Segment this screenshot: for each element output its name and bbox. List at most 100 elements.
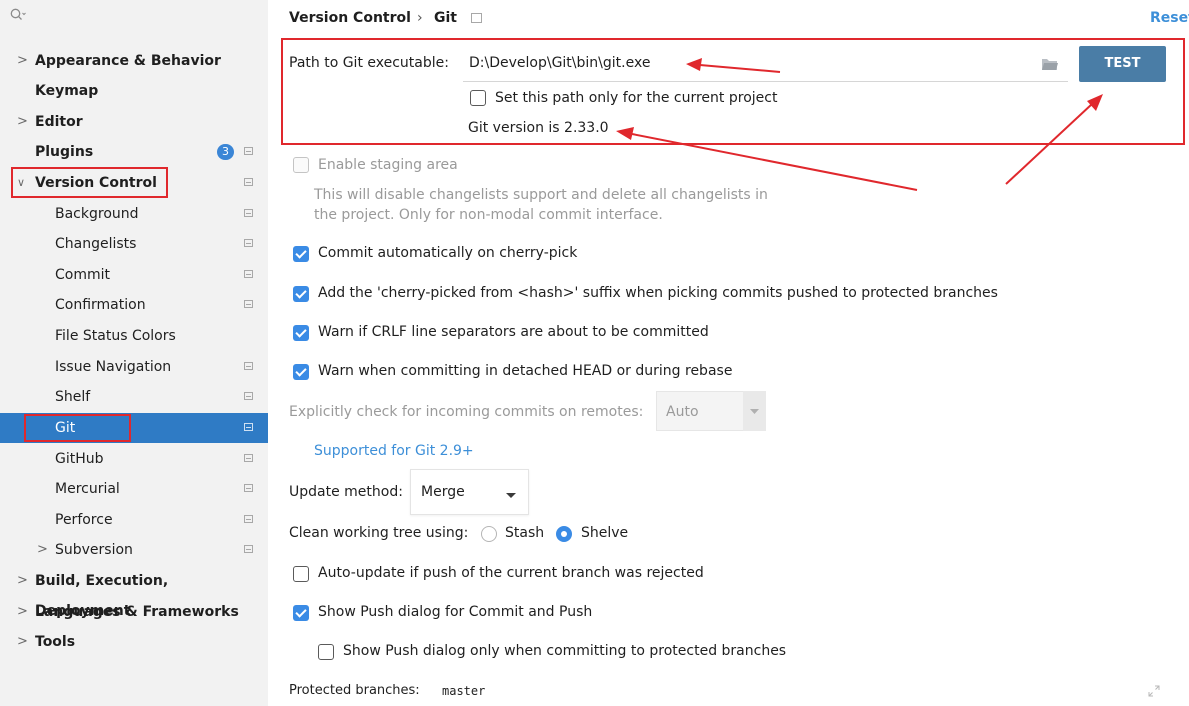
sidebar-item-confirmation[interactable]: Confirmation (0, 290, 268, 320)
sidebar-item-github[interactable]: GitHub (0, 444, 268, 474)
project-settings-icon (244, 270, 253, 278)
chevron-right-icon: > (17, 634, 28, 649)
auto-update-checkbox[interactable] (293, 566, 309, 582)
project-settings-icon (244, 545, 253, 553)
sidebar-item-shelf[interactable]: Shelf (0, 382, 268, 412)
cherry-pick-suffix-checkbox[interactable] (293, 286, 309, 302)
sidebar-item-background[interactable]: Background (0, 199, 268, 229)
annotation-highlight-version-control (11, 167, 168, 198)
page-title: Git (434, 10, 457, 26)
project-settings-icon (244, 209, 253, 217)
sidebar-item-label: Issue Navigation (55, 359, 172, 375)
crlf-warning-checkbox[interactable] (293, 325, 309, 341)
settings-sidebar: > Appearance & Behavior Keymap > Editor … (0, 0, 268, 706)
sidebar-item-label: Appearance & Behavior (35, 53, 221, 69)
sidebar-item-tools[interactable]: > Tools (0, 627, 268, 657)
staging-area-checkbox[interactable] (293, 157, 309, 173)
project-settings-icon (244, 423, 253, 431)
clean-working-tree-label: Clean working tree using: (289, 525, 469, 541)
sidebar-item-label: Plugins (35, 144, 94, 160)
project-settings-icon (244, 515, 253, 523)
incoming-commits-select[interactable]: Auto (656, 391, 766, 431)
sidebar-item-subversion[interactable]: > Subversion (0, 535, 268, 565)
sidebar-item-label: Mercurial (55, 481, 120, 497)
annotation-highlight-git (24, 414, 131, 442)
sidebar-item-build[interactable]: > Build, Execution, Deployment (0, 566, 268, 619)
cherry-pick-commit-checkbox[interactable] (293, 246, 309, 262)
sidebar-item-label: Tools (35, 634, 76, 650)
show-push-dialog-label: Show Push dialog for Commit and Push (318, 604, 593, 620)
breadcrumb-separator-icon: › (417, 10, 423, 26)
project-settings-icon (244, 147, 253, 155)
sidebar-item-mercurial[interactable]: Mercurial (0, 474, 268, 504)
sidebar-item-label: GitHub (55, 451, 104, 467)
shelve-radio[interactable] (556, 526, 572, 542)
protected-branches-label: Protected branches: (289, 683, 420, 698)
show-push-protected-label: Show Push dialog only when committing to… (343, 643, 787, 659)
staging-area-description: the project. Only for non-modal commit i… (314, 207, 663, 223)
sidebar-item-editor[interactable]: > Editor (0, 107, 268, 137)
sidebar-item-label: Languages & Frameworks (35, 604, 239, 620)
chevron-down-icon (743, 391, 766, 431)
chevron-right-icon: > (17, 573, 28, 588)
shelve-label: Shelve (581, 525, 629, 541)
sidebar-item-label: Editor (35, 114, 83, 130)
chevron-right-icon: > (17, 604, 28, 619)
project-settings-icon (244, 178, 253, 186)
reset-link[interactable]: Reset (1150, 10, 1189, 26)
sidebar-item-appearance[interactable]: > Appearance & Behavior (0, 46, 268, 76)
cherry-pick-commit-label: Commit automatically on cherry-pick (318, 245, 578, 261)
auto-update-label: Auto-update if push of the current branc… (318, 565, 704, 581)
sidebar-item-label: Perforce (55, 512, 113, 528)
update-method-select[interactable]: Merge (410, 469, 529, 515)
sidebar-item-label: Commit (55, 267, 110, 283)
sidebar-item-commit[interactable]: Commit (0, 260, 268, 290)
expand-icon[interactable] (1147, 684, 1161, 702)
stash-label: Stash (505, 525, 545, 541)
project-settings-icon (244, 392, 253, 400)
annotation-highlight-git-path (281, 38, 1185, 145)
sidebar-item-label: Shelf (55, 389, 91, 405)
detached-head-checkbox[interactable] (293, 364, 309, 380)
chevron-right-icon: > (37, 542, 48, 557)
project-settings-icon (244, 239, 253, 247)
sidebar-item-label: Keymap (35, 83, 99, 99)
chevron-right-icon: > (17, 53, 28, 68)
detached-head-label: Warn when committing in detached HEAD or… (318, 363, 733, 379)
sidebar-item-file-status-colors[interactable]: File Status Colors (0, 321, 268, 351)
search-icon[interactable] (10, 8, 26, 26)
sidebar-item-perforce[interactable]: Perforce (0, 505, 268, 535)
breadcrumb-parent[interactable]: Version Control (289, 10, 411, 26)
update-method-label: Update method: (289, 484, 403, 500)
staging-area-label: Enable staging area (318, 157, 458, 173)
project-settings-icon (471, 13, 482, 23)
sidebar-item-languages[interactable]: > Languages & Frameworks (0, 597, 268, 627)
project-settings-icon (244, 484, 253, 492)
supported-git-link[interactable]: Supported for Git 2.9+ (314, 443, 474, 459)
sidebar-item-issue-navigation[interactable]: Issue Navigation (0, 352, 268, 382)
sidebar-item-changelists[interactable]: Changelists (0, 229, 268, 259)
cherry-pick-suffix-label: Add the 'cherry-picked from <hash>' suff… (318, 285, 998, 301)
crlf-warning-label: Warn if CRLF line separators are about t… (318, 324, 709, 340)
sidebar-item-label: Confirmation (55, 297, 146, 313)
chevron-down-icon (505, 488, 517, 504)
staging-area-description: This will disable changelists support an… (314, 187, 768, 203)
update-method-value: Merge (421, 484, 465, 500)
project-settings-icon (244, 454, 253, 462)
protected-branches-value[interactable]: master (442, 684, 485, 698)
plugins-count-badge: 3 (217, 144, 234, 160)
incoming-commits-label: Explicitly check for incoming commits on… (289, 404, 644, 420)
incoming-commits-value: Auto (666, 404, 699, 420)
chevron-right-icon: > (17, 114, 28, 129)
show-push-protected-checkbox[interactable] (318, 644, 334, 660)
sidebar-item-keymap[interactable]: Keymap (0, 76, 268, 106)
show-push-dialog-checkbox[interactable] (293, 605, 309, 621)
sidebar-item-label: Background (55, 206, 139, 222)
sidebar-item-label: Changelists (55, 236, 137, 252)
sidebar-item-label: File Status Colors (55, 328, 176, 344)
stash-radio[interactable] (481, 526, 497, 542)
sidebar-item-plugins[interactable]: Plugins 3 (0, 137, 268, 167)
project-settings-icon (244, 362, 253, 370)
project-settings-icon (244, 300, 253, 308)
sidebar-item-label: Subversion (55, 542, 133, 558)
